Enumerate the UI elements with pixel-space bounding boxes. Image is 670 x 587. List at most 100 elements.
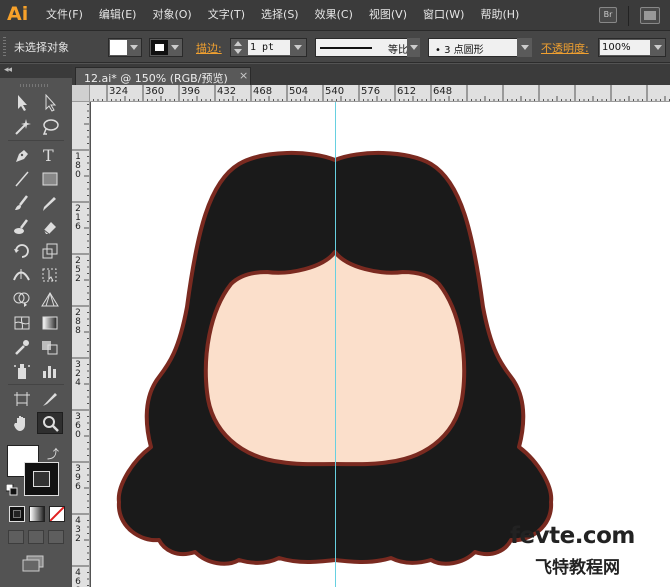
zoom-tool[interactable]: [37, 412, 63, 434]
tool-divider: [8, 384, 64, 385]
pencil-tool[interactable]: [37, 192, 63, 214]
stroke-weight-value[interactable]: 1 pt: [248, 40, 290, 55]
line-tool[interactable]: [9, 168, 35, 190]
menu-item[interactable]: 视图(V): [367, 0, 409, 31]
ruler-origin[interactable]: [72, 85, 90, 102]
direct-selection-tool[interactable]: [37, 92, 63, 114]
color-mode-button[interactable]: [9, 506, 25, 522]
ruler-label: 216: [75, 204, 81, 232]
svg-text:T: T: [43, 146, 54, 164]
ruler-label: 504: [289, 86, 309, 97]
menu-bar: Ai 文件(F) 编辑(E) 对象(O) 文字(T) 选择(S) 效果(C) 视图(V) 窗口…: [0, 0, 670, 31]
control-bar-grip[interactable]: [3, 37, 6, 57]
document-tab-title: 12.ai* @ 150% (RGB/预览): [84, 72, 228, 85]
ruler-label: 540: [325, 86, 345, 97]
chevron-down-icon: [410, 45, 418, 50]
menu-item[interactable]: 窗口(W): [421, 0, 466, 31]
opacity-value[interactable]: 100%: [600, 40, 650, 55]
menu-divider: [628, 6, 629, 26]
vertical-ruler[interactable]: 180 216 252 288 324 360 396 432 468: [72, 102, 90, 587]
hand-tool[interactable]: [9, 412, 35, 434]
menu-item[interactable]: 编辑(E): [97, 0, 139, 31]
ruler-label: 432: [75, 516, 81, 544]
ruler-label: 360: [145, 86, 165, 97]
document-tab-bar: 12.ai* @ 150% (RGB/预览) ×: [72, 64, 670, 85]
vertical-guide[interactable]: [335, 102, 336, 587]
symbol-sprayer-tool[interactable]: [9, 360, 35, 382]
scale-tool[interactable]: [37, 240, 63, 262]
gradient-tool[interactable]: [37, 312, 63, 334]
fill-color-dropdown[interactable]: [108, 38, 142, 57]
gradient-mode-button[interactable]: [29, 506, 45, 522]
stepper-icon[interactable]: [233, 40, 243, 55]
ruler-label: 396: [75, 464, 81, 492]
pen-tool[interactable]: [9, 144, 35, 166]
rotate-tool[interactable]: [9, 240, 35, 262]
menu-item[interactable]: 选择(S): [259, 0, 301, 31]
opacity-field[interactable]: 100%: [598, 38, 666, 57]
column-graph-tool[interactable]: [37, 360, 63, 382]
mesh-tool[interactable]: [9, 312, 35, 334]
ruler-label: 288: [75, 308, 81, 336]
profile-dropdown-button[interactable]: [407, 38, 420, 57]
eraser-tool[interactable]: [37, 216, 63, 238]
magic-wand-tool[interactable]: [9, 116, 35, 138]
paintbrush-tool[interactable]: [9, 192, 35, 214]
menu-item[interactable]: 帮助(H): [478, 0, 521, 31]
stroke-color-dropdown[interactable]: [149, 38, 183, 57]
close-icon[interactable]: ×: [239, 69, 248, 82]
artboard-canvas[interactable]: [91, 102, 670, 587]
type-tool[interactable]: T: [37, 144, 63, 166]
rectangle-tool[interactable]: [37, 168, 63, 190]
draw-normal-button[interactable]: [8, 530, 24, 544]
collapse-panel-button[interactable]: ◂◂: [0, 64, 72, 78]
eyedropper-tool[interactable]: [9, 336, 35, 358]
width-tool[interactable]: [9, 264, 35, 286]
ruler-label: 360: [75, 412, 81, 440]
brush-dropdown-button[interactable]: [517, 38, 532, 57]
ruler-label: 252: [75, 256, 81, 284]
chevron-down-icon[interactable]: [654, 45, 662, 50]
tool-divider: [8, 140, 64, 141]
menu-item[interactable]: 文字(T): [206, 0, 247, 31]
stroke-weight-field[interactable]: 1 pt: [230, 38, 307, 57]
selection-tool[interactable]: [9, 92, 35, 114]
swap-fill-stroke-icon[interactable]: ⤴: [47, 445, 59, 462]
horizontal-ruler[interactable]: 324 360 396 432 468 504 540 576 612 648: [90, 85, 670, 102]
document-tab[interactable]: 12.ai* @ 150% (RGB/预览) ×: [75, 67, 251, 85]
menu-item[interactable]: 效果(C): [313, 0, 355, 31]
draw-inside-button[interactable]: [48, 530, 64, 544]
menu-item[interactable]: 文件(F): [44, 0, 85, 31]
draw-behind-button[interactable]: [28, 530, 44, 544]
menu-item[interactable]: 对象(O): [150, 0, 193, 31]
tools-panel: ◂◂ T ⤴: [0, 64, 72, 587]
ruler-label: 612: [397, 86, 417, 97]
arrange-documents-button[interactable]: [640, 7, 660, 24]
blend-tool[interactable]: [37, 336, 63, 358]
chevron-down-icon[interactable]: [294, 45, 302, 50]
artboard-tool[interactable]: [9, 388, 35, 410]
panel-grip[interactable]: [20, 84, 50, 87]
free-transform-tool[interactable]: [37, 264, 63, 286]
none-mode-button[interactable]: [49, 506, 65, 522]
ruler-label: 324: [75, 360, 81, 388]
stroke-panel-link[interactable]: 描边:: [196, 40, 222, 56]
watermark-text: fevte.com: [510, 523, 635, 549]
profile-label: 等比: [388, 45, 408, 56]
ruler-label: 576: [361, 86, 381, 97]
lasso-tool[interactable]: [37, 116, 63, 138]
blob-brush-tool[interactable]: [9, 216, 35, 238]
ruler-label: 468: [253, 86, 273, 97]
chevron-down-icon: [130, 45, 138, 50]
stroke-box[interactable]: [24, 462, 59, 496]
variable-width-profile[interactable]: 等比: [315, 38, 420, 57]
default-fill-stroke-icon[interactable]: [5, 483, 18, 496]
opacity-panel-link[interactable]: 不透明度:: [541, 40, 589, 56]
chevron-down-icon: [521, 45, 529, 50]
screen-mode-button[interactable]: [22, 554, 48, 574]
perspective-grid-tool[interactable]: [37, 288, 63, 310]
slice-tool[interactable]: [37, 388, 63, 410]
shape-builder-tool[interactable]: [9, 288, 35, 310]
app-logo: Ai: [7, 3, 29, 25]
bridge-button[interactable]: Br: [599, 7, 617, 23]
